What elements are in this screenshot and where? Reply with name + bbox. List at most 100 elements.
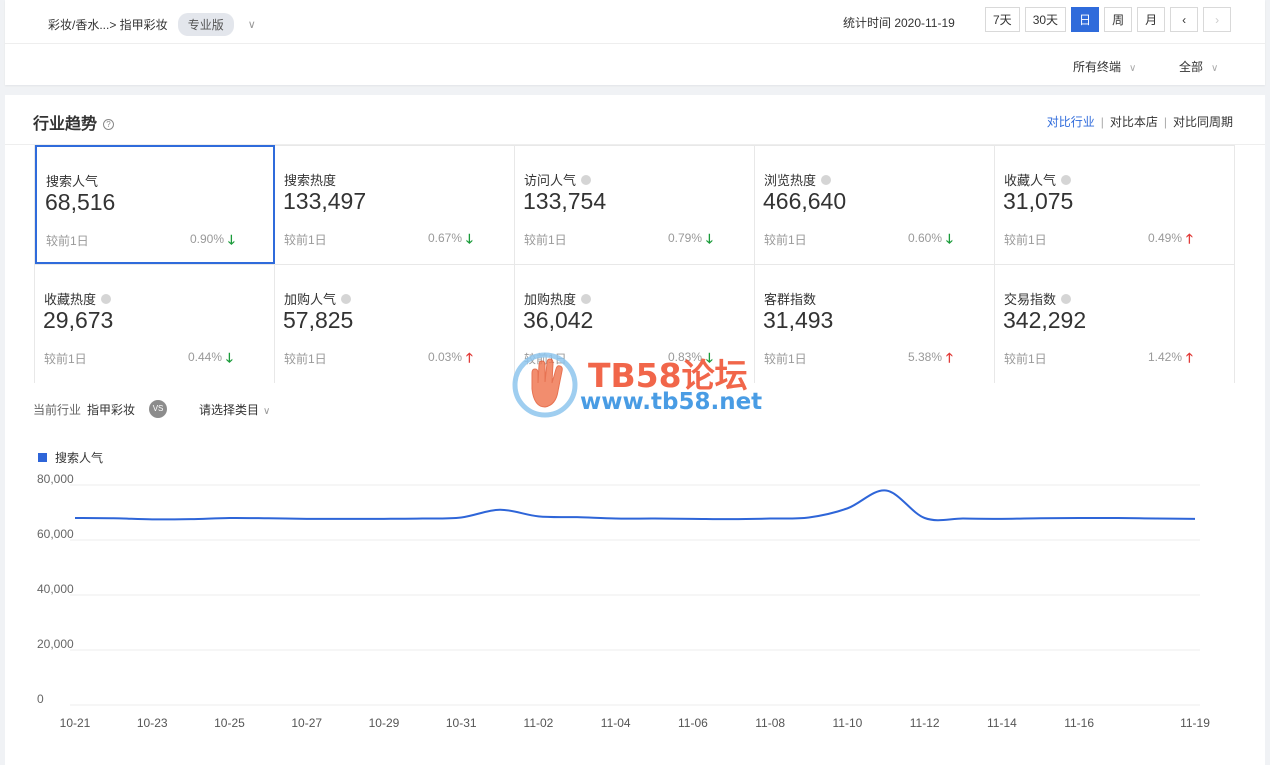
period-day-button[interactable]: 日 bbox=[1071, 7, 1100, 32]
section-title: 行业趋势? bbox=[33, 110, 115, 134]
data-point[interactable] bbox=[804, 512, 814, 522]
metric-card[interactable]: 收藏人气 31,075 较前1日 0.49% 🡑 bbox=[995, 145, 1235, 264]
data-point[interactable] bbox=[611, 514, 621, 524]
compare-store-tab[interactable]: 对比本店 bbox=[1110, 115, 1158, 129]
data-point[interactable] bbox=[1113, 513, 1123, 523]
divider: | bbox=[1163, 115, 1167, 129]
metric-value: 29,673 bbox=[43, 307, 114, 333]
metric-compare-label: 较前1日 bbox=[1004, 233, 1047, 247]
metric-change-percent: 0.83% bbox=[667, 350, 702, 364]
metric-name: 收藏热度 bbox=[44, 289, 112, 308]
info-dot-icon[interactable] bbox=[821, 174, 832, 185]
metric-card[interactable]: 加购人气 57,825 较前1日 0.03% 🡑 bbox=[275, 264, 515, 383]
metric-grid: 搜索人气 68,516 较前1日 0.90% 🡓 搜索热度 133,497 较前1日 0.67%… bbox=[34, 145, 1235, 383]
metric-name: 客群指数 bbox=[764, 289, 816, 308]
period-week-button[interactable]: 周 bbox=[1104, 7, 1133, 32]
data-point[interactable] bbox=[418, 514, 428, 524]
chevron-down-icon: ∨ bbox=[1211, 63, 1219, 74]
metric-name-text: 收藏热度 bbox=[44, 292, 97, 307]
data-point[interactable] bbox=[263, 513, 273, 523]
data-point[interactable] bbox=[147, 514, 157, 524]
data-point[interactable] bbox=[456, 512, 466, 522]
metric-card[interactable]: 加购热度 36,042 较前1日 0.83% 🡓 bbox=[515, 264, 755, 383]
metric-card[interactable]: 收藏热度 29,673 较前1日 0.44% 🡓 bbox=[35, 264, 275, 383]
metric-card[interactable]: 浏览热度 466,640 较前1日 0.60% 🡓 bbox=[755, 145, 995, 264]
metric-name-text: 客群指数 bbox=[764, 292, 817, 307]
x-tick-label: 10-23 bbox=[137, 716, 168, 730]
metric-card[interactable]: 访问人气 133,754 较前1日 0.79% 🡓 bbox=[515, 145, 755, 264]
chart-legend[interactable]: 搜索人气 bbox=[38, 449, 103, 466]
data-point[interactable] bbox=[533, 511, 543, 521]
info-dot-icon[interactable] bbox=[341, 293, 352, 304]
chevron-down-icon[interactable]: ∨ bbox=[248, 18, 256, 31]
data-point[interactable] bbox=[340, 514, 350, 524]
arrow-down-icon: 🡓 bbox=[466, 231, 473, 246]
series-line[interactable] bbox=[74, 489, 1196, 522]
data-point[interactable] bbox=[1036, 513, 1046, 523]
data-point[interactable] bbox=[379, 514, 389, 524]
period-7d-button[interactable]: 7天 bbox=[985, 7, 1020, 32]
data-point[interactable] bbox=[842, 503, 852, 513]
help-icon[interactable]: ? bbox=[103, 119, 115, 131]
x-tick-label: 11-02 bbox=[524, 716, 554, 730]
data-point[interactable] bbox=[997, 514, 1007, 524]
metric-card[interactable]: 客群指数 31,493 较前1日 5.38% 🡑 bbox=[755, 264, 995, 383]
x-tick-label: 11-12 bbox=[910, 716, 940, 730]
data-point[interactable] bbox=[1074, 513, 1084, 523]
data-point[interactable] bbox=[1151, 514, 1161, 524]
terminal-select[interactable]: 所有终端 ∨ bbox=[1073, 58, 1136, 75]
data-point[interactable] bbox=[224, 513, 234, 523]
category-select-placeholder: 请选择类目 bbox=[199, 402, 260, 417]
breadcrumb[interactable]: 彩妆/香水...> 指甲彩妆 专业版 ∨ bbox=[48, 13, 256, 36]
data-point[interactable] bbox=[727, 514, 737, 524]
y-tick-label: 60,000 bbox=[37, 527, 74, 541]
data-point[interactable] bbox=[649, 514, 659, 524]
metric-value: 31,075 bbox=[1003, 188, 1074, 214]
metric-compare-label: 较前1日 bbox=[46, 234, 89, 248]
data-point[interactable] bbox=[186, 514, 196, 524]
period-30d-button[interactable]: 30天 bbox=[1024, 7, 1067, 32]
data-point[interactable] bbox=[881, 486, 891, 496]
info-dot-icon[interactable] bbox=[581, 174, 592, 185]
compare-industry-tab[interactable]: 对比行业 bbox=[1047, 115, 1095, 129]
metric-card[interactable]: 搜索人气 68,516 较前1日 0.90% 🡓 bbox=[35, 145, 275, 264]
info-dot-icon[interactable] bbox=[1061, 293, 1072, 304]
chevron-down-icon: ∨ bbox=[1129, 63, 1137, 74]
category-filter: 当前行业 指甲彩妆 VS 请选择类目 ∨ bbox=[33, 400, 270, 418]
metric-value: 68,516 bbox=[45, 189, 116, 215]
stat-time: 统计时间 2020-11-19 bbox=[843, 16, 955, 30]
metric-change-percent: 0.44% bbox=[187, 350, 222, 364]
data-point[interactable] bbox=[109, 513, 119, 523]
breadcrumb-text[interactable]: 彩妆/香水...> 指甲彩妆 bbox=[48, 16, 168, 33]
metric-change-percent: 0.49% bbox=[1147, 231, 1182, 245]
next-date-button[interactable]: › bbox=[1203, 7, 1232, 32]
data-point[interactable] bbox=[572, 512, 582, 522]
metric-value: 466,640 bbox=[763, 188, 847, 214]
compare-period-tab[interactable]: 对比同周期 bbox=[1173, 115, 1233, 129]
period-month-button[interactable]: 月 bbox=[1137, 7, 1166, 32]
data-point[interactable] bbox=[765, 514, 775, 524]
legend-swatch bbox=[38, 453, 47, 462]
trend-line-chart: 80,000 60,000 40,000 20,000 0 10-21 10-23 10-25… bbox=[37, 472, 1210, 730]
prev-date-button[interactable]: ‹ bbox=[1170, 7, 1199, 32]
category-select[interactable]: 请选择类目 ∨ bbox=[199, 401, 270, 418]
info-dot-icon[interactable] bbox=[581, 293, 592, 304]
chevron-right-icon: › bbox=[1215, 12, 1220, 27]
data-point[interactable] bbox=[495, 505, 505, 515]
data-point[interactable] bbox=[688, 514, 698, 524]
scope-select[interactable]: 全部 ∨ bbox=[1179, 58, 1218, 75]
data-point[interactable] bbox=[958, 514, 968, 524]
data-point[interactable] bbox=[70, 513, 80, 523]
metric-card[interactable]: 交易指数 342,292 较前1日 1.42% 🡑 bbox=[995, 264, 1235, 383]
x-tick-label: 11-14 bbox=[987, 716, 1017, 730]
info-dot-icon[interactable] bbox=[101, 293, 112, 304]
data-point[interactable] bbox=[920, 513, 930, 523]
metric-compare-label: 较前1日 bbox=[284, 233, 327, 247]
data-point[interactable] bbox=[302, 514, 312, 524]
metric-card[interactable]: 搜索热度 133,497 较前1日 0.67% 🡓 bbox=[275, 145, 515, 264]
arrow-down-icon: 🡓 bbox=[226, 350, 233, 365]
arrow-up-icon: 🡑 bbox=[1186, 350, 1193, 365]
info-dot-icon[interactable] bbox=[1061, 174, 1072, 185]
data-point[interactable] bbox=[1190, 514, 1200, 524]
metric-change-percent: 0.90% bbox=[189, 232, 224, 246]
